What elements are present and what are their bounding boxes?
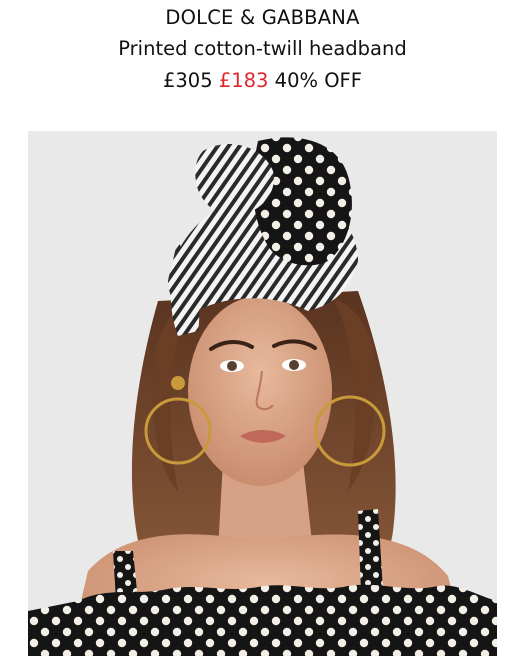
earring-left-stud: [171, 376, 185, 390]
original-price: £305: [162, 69, 213, 92]
sale-price: £183: [218, 69, 269, 92]
face: [188, 296, 332, 486]
brand-name[interactable]: DOLCE & GABBANA: [0, 7, 525, 29]
product-image[interactable]: [28, 131, 497, 656]
price-row: £305 £183 40% OFF: [0, 70, 525, 92]
dress: [28, 584, 497, 656]
discount-label: 40% OFF: [274, 69, 362, 92]
product-photo-illustration: [28, 131, 497, 656]
product-title[interactable]: Printed cotton-twill headband: [0, 38, 525, 60]
